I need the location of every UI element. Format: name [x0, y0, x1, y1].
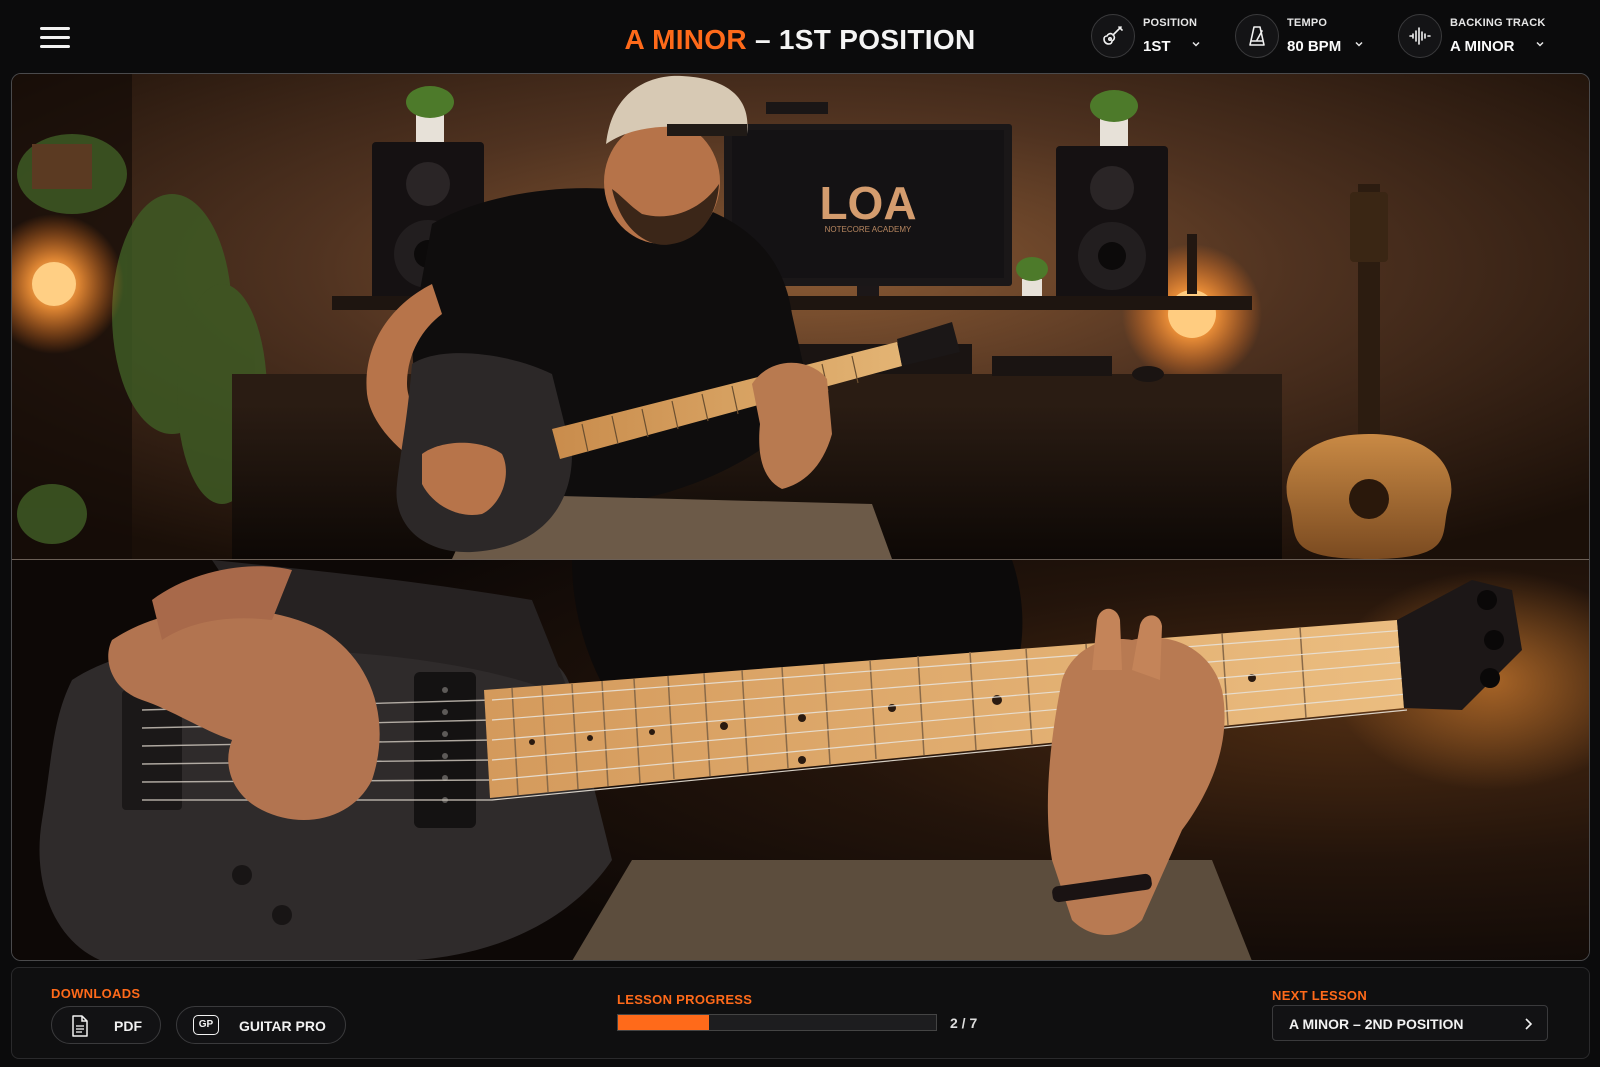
lesson-progress-fill [618, 1015, 709, 1030]
position-value: 1ST [1143, 38, 1171, 55]
backing-track-value: A MINOR [1450, 38, 1515, 55]
video-closeup-view [12, 560, 1589, 960]
lesson-progress-label: LESSON PROGRESS [617, 992, 753, 1007]
chevron-down-icon [1536, 41, 1544, 47]
lesson-progress-bar [617, 1014, 937, 1031]
waveform-icon [1398, 14, 1442, 58]
guitar-pro-icon: GP [193, 1015, 219, 1035]
hamburger-menu-icon[interactable] [40, 27, 70, 49]
guitar-pro-download-button[interactable]: GP GUITAR PRO [176, 1006, 346, 1044]
pdf-label: PDF [114, 1018, 142, 1034]
tempo-value: 80 BPM [1287, 38, 1342, 55]
next-lesson-title: A MINOR – 2ND POSITION [1289, 1016, 1464, 1032]
monitor-logo: LOA [819, 177, 916, 229]
downloads-label: DOWNLOADS [51, 986, 141, 1001]
metronome-icon [1235, 14, 1279, 58]
video-player[interactable]: LOA NOTECORE ACADEMY [11, 73, 1590, 961]
pdf-download-button[interactable]: PDF [51, 1006, 161, 1044]
lesson-title-key: A MINOR [624, 24, 747, 55]
document-icon [72, 1015, 88, 1037]
guitar-icon [1091, 14, 1135, 58]
position-selector[interactable]: POSITION 1ST [1091, 14, 1203, 60]
video-wide-view: LOA NOTECORE ACADEMY [12, 74, 1589, 559]
lesson-title-position: – 1ST POSITION [746, 24, 976, 55]
chevron-right-icon [1525, 1018, 1533, 1030]
top-bar: A MINOR – 1ST POSITION POSITION 1ST TEMP… [0, 0, 1600, 74]
position-label: POSITION [1143, 17, 1198, 29]
lesson-footer: DOWNLOADS PDF GP GUITAR PRO LESSON PROGR… [11, 967, 1590, 1059]
chevron-down-icon [1192, 41, 1200, 47]
chevron-down-icon [1355, 41, 1363, 47]
lesson-progress-count: 2 / 7 [950, 1015, 978, 1031]
next-lesson-label: NEXT LESSON [1272, 988, 1368, 1003]
backing-track-selector[interactable]: BACKING TRACK A MINOR [1398, 14, 1546, 60]
tempo-selector[interactable]: TEMPO 80 BPM [1235, 14, 1365, 60]
tempo-label: TEMPO [1287, 17, 1328, 29]
monitor-subtitle: NOTECORE ACADEMY [825, 225, 912, 234]
backing-track-label: BACKING TRACK [1450, 17, 1546, 29]
next-lesson-button[interactable]: A MINOR – 2ND POSITION [1272, 1005, 1548, 1041]
guitar-pro-label: GUITAR PRO [239, 1018, 326, 1034]
